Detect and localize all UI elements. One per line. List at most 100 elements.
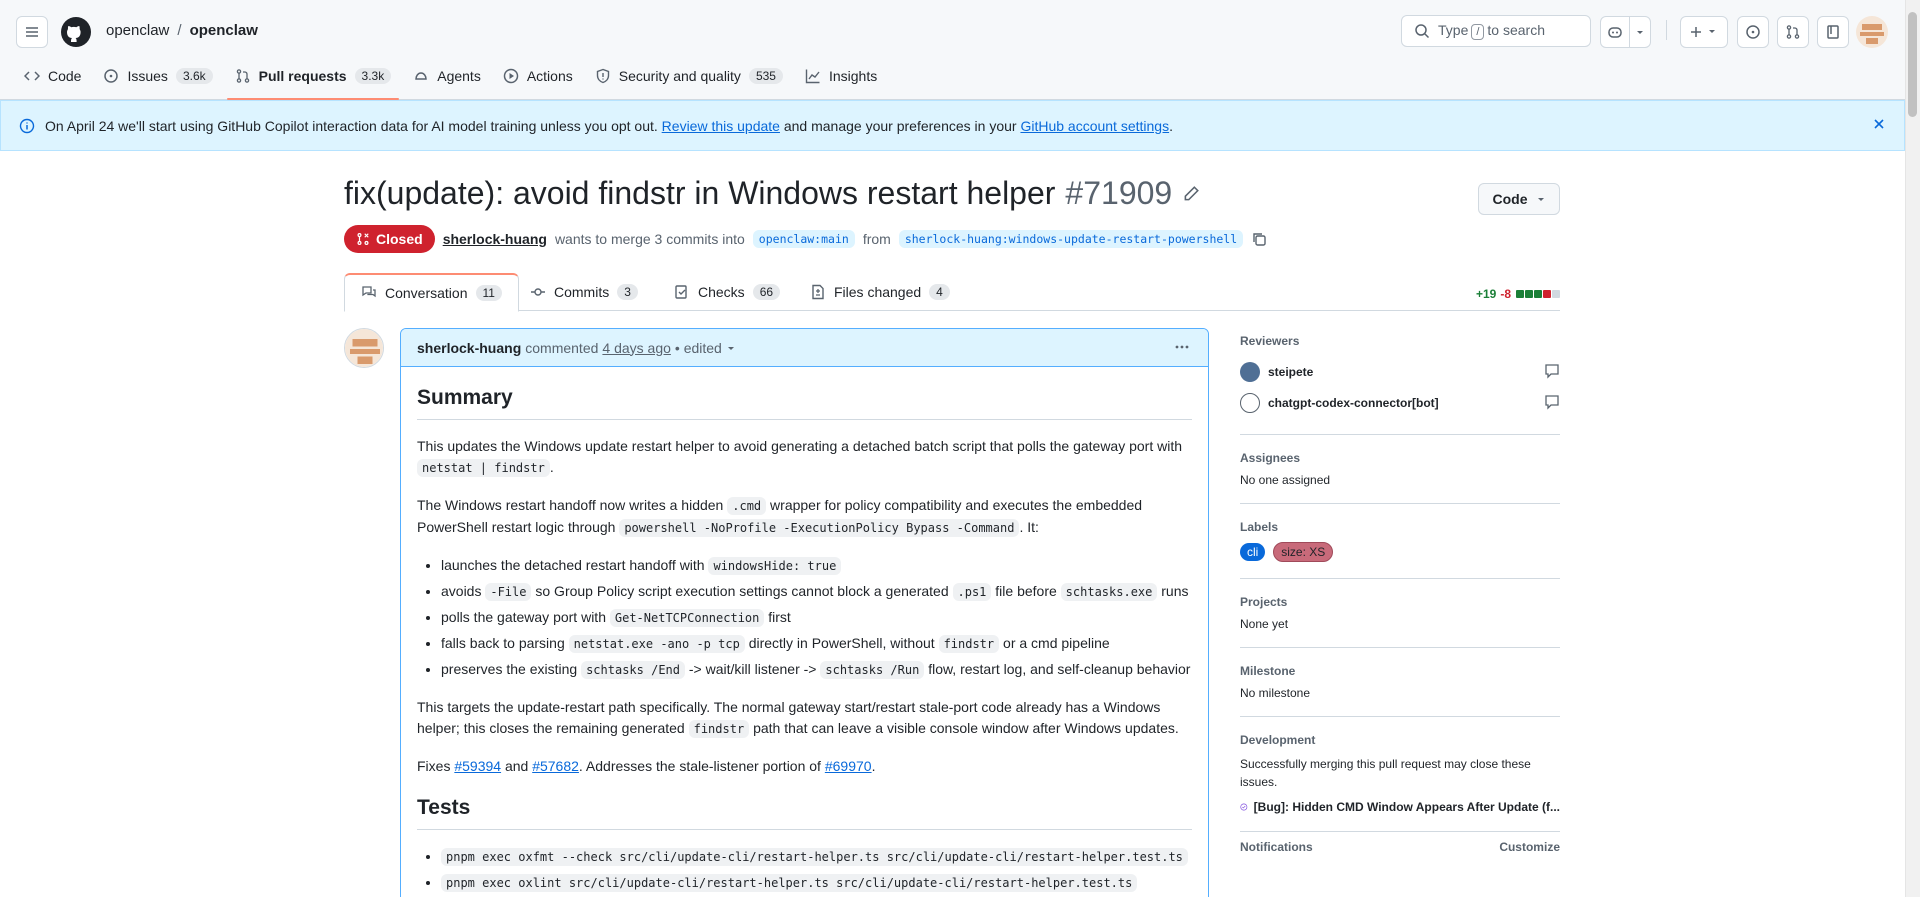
tab-pull-requests[interactable]: Pull requests 3.3k <box>226 60 400 100</box>
paragraph: This targets the update-restart path spe… <box>417 697 1192 740</box>
diffstat-deletions: -8 <box>1500 287 1511 301</box>
comment-author-link[interactable]: sherlock-huang <box>417 340 521 356</box>
text: runs <box>1161 583 1189 599</box>
section-heading[interactable]: Projects <box>1240 595 1560 609</box>
code-button[interactable]: Code <box>1478 183 1560 215</box>
menu-icon[interactable] <box>16 16 48 48</box>
page-title: fix(update): avoid findstr in Windows re… <box>344 175 1200 212</box>
scrollbar[interactable] <box>1905 0 1920 897</box>
text: path that can leave a visible console wi… <box>753 720 1179 736</box>
comment-author-avatar[interactable] <box>344 328 384 368</box>
pull-request-icon <box>236 69 249 83</box>
base-branch[interactable]: openclaw:main <box>752 230 855 248</box>
text: or a cmd pipeline <box>1003 635 1110 651</box>
development-value: Successfully merging this pull request m… <box>1240 757 1531 789</box>
tab-commits[interactable]: Commits 3 <box>514 273 654 311</box>
scrollbar-thumb[interactable] <box>1908 12 1917 117</box>
account-settings-link[interactable]: GitHub account settings <box>1020 118 1169 134</box>
diffstat-additions: +19 <box>1475 287 1497 301</box>
pr-description-comment: sherlock-huang commented 4 days ago • ed… <box>400 328 1209 897</box>
issue-link[interactable]: #57682 <box>532 758 579 774</box>
comment-timestamp[interactable]: 4 days ago <box>602 340 671 356</box>
graph-icon <box>805 69 820 84</box>
list-item: preserves the existing schtasks /End -> … <box>441 659 1192 681</box>
labels-section: Labels cli size: XS <box>1240 512 1560 579</box>
copy-icon[interactable] <box>1251 231 1267 247</box>
reviewer-name: chatgpt-codex-connector[bot] <box>1268 395 1439 410</box>
inline-code: pnpm exec oxlint src/cli/update-cli/rest… <box>441 874 1138 892</box>
tab-counter: 11 <box>475 285 502 301</box>
linked-issue[interactable]: [Bug]: Hidden CMD Window Appears After U… <box>1240 799 1560 815</box>
summary-heading: Summary <box>417 383 1192 420</box>
search-input[interactable]: Type / to search <box>1401 15 1591 47</box>
comment-discussion-icon <box>362 286 376 298</box>
inline-code: netstat.exe -ano -p tcp <box>568 635 745 653</box>
section-heading: Notifications <box>1240 840 1313 854</box>
notifications-section: Notifications Customize <box>1240 840 1560 854</box>
issues-icon[interactable] <box>1737 16 1769 48</box>
tab-counter: 3 <box>617 284 638 300</box>
comment-icon <box>1544 363 1560 379</box>
repo-link[interactable]: openclaw <box>190 22 258 39</box>
banner-text-middle: and manage your preferences in your <box>783 117 1017 134</box>
diffstat-square <box>1525 290 1533 298</box>
tab-actions[interactable]: Actions <box>495 60 581 92</box>
label-cli[interactable]: cli <box>1240 543 1266 561</box>
issue-link[interactable]: #69970 <box>825 758 872 774</box>
search-shortcut: / <box>1471 24 1485 40</box>
inline-code: findstr <box>938 635 1000 653</box>
copilot-icon[interactable] <box>1600 16 1630 48</box>
tab-code[interactable]: Code <box>16 60 89 92</box>
diffstat-square <box>1552 290 1560 298</box>
pr-number: #71909 <box>1065 175 1173 211</box>
code-button-label: Code <box>1492 191 1528 207</box>
tab-agents[interactable]: Agents <box>405 60 489 92</box>
customize-link[interactable]: Customize <box>1499 840 1560 854</box>
inline-code: findstr <box>688 720 750 738</box>
bullet-list: launches the detached restart handoff wi… <box>441 555 1192 681</box>
section-heading[interactable]: Milestone <box>1240 664 1560 678</box>
diffstat-square <box>1516 290 1524 298</box>
pencil-edit-icon[interactable] <box>1182 185 1200 203</box>
text: preserves the existing <box>441 661 578 677</box>
linked-issue-title: [Bug]: Hidden CMD Window Appears After U… <box>1253 800 1560 814</box>
tab-insights[interactable]: Insights <box>797 60 885 92</box>
tab-issues[interactable]: Issues 3.6k <box>95 60 220 92</box>
section-heading[interactable]: Labels <box>1240 520 1560 534</box>
inline-code: .ps1 <box>952 583 992 601</box>
pr-author-link[interactable]: sherlock-huang <box>443 231 547 247</box>
banner-text-end: . <box>1169 117 1173 134</box>
head-branch[interactable]: sherlock-huang:windows-update-restart-po… <box>898 230 1244 248</box>
header-divider <box>1666 20 1667 40</box>
list-item: pnpm exec oxlint src/cli/update-cli/rest… <box>441 872 1192 894</box>
kebab-menu-icon[interactable] <box>1174 339 1190 355</box>
text: first <box>768 609 791 625</box>
github-logo-icon[interactable] <box>60 16 92 48</box>
owner-link[interactable]: openclaw <box>106 22 169 39</box>
copilot-dropdown-chevron-down-icon[interactable] <box>1629 16 1651 48</box>
search-placeholder: Type <box>1438 22 1469 38</box>
inbox-icon[interactable] <box>1817 16 1849 48</box>
tab-security[interactable]: Security and quality 535 <box>587 60 791 92</box>
label-size-xs[interactable]: size: XS <box>1273 542 1334 562</box>
section-heading[interactable]: Development <box>1240 733 1560 747</box>
tab-checks[interactable]: Checks 66 <box>658 273 796 311</box>
pull-requests-icon[interactable] <box>1777 16 1809 48</box>
reviewer-item[interactable]: steipete <box>1240 356 1560 387</box>
close-icon[interactable] <box>1872 117 1886 131</box>
text: flow, restart log, and self-cleanup beha… <box>928 661 1191 677</box>
tab-files-changed[interactable]: Files changed 4 <box>794 273 966 311</box>
tab-conversation[interactable]: Conversation 11 <box>344 273 519 312</box>
user-avatar[interactable] <box>1856 16 1888 48</box>
inline-code: schtasks.exe <box>1060 583 1158 601</box>
create-new-plus-icon[interactable] <box>1680 16 1728 48</box>
review-update-link[interactable]: Review this update <box>662 118 780 134</box>
reviewer-item[interactable]: chatgpt-codex-connector[bot] <box>1240 387 1560 418</box>
status-badge: Closed <box>344 225 435 253</box>
section-heading[interactable]: Assignees <box>1240 451 1560 465</box>
text: polls the gateway port with <box>441 609 606 625</box>
chevron-down-icon[interactable] <box>726 343 736 353</box>
section-heading[interactable]: Reviewers <box>1240 334 1560 348</box>
issue-link[interactable]: #59394 <box>454 758 501 774</box>
edited-label[interactable]: • edited <box>675 340 722 356</box>
